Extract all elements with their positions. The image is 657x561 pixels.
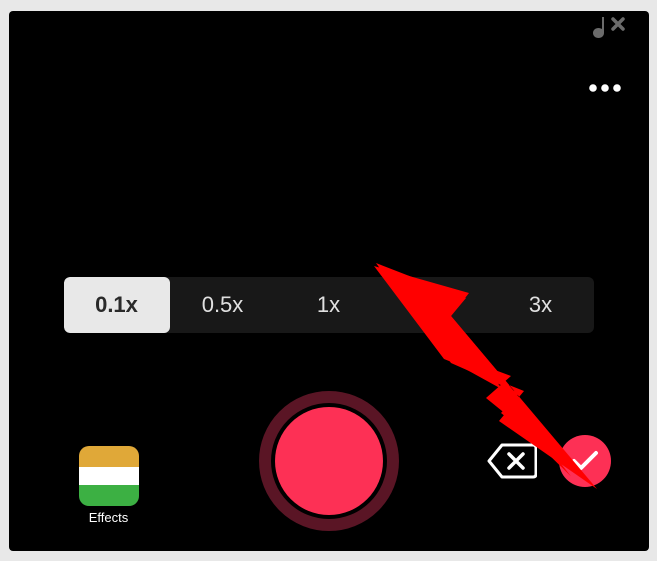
speed-option-label: 0.1x [95,292,138,318]
speed-option-label: 1x [317,292,340,318]
record-ring [259,391,399,531]
speed-option-label: 3x [529,292,552,318]
speed-option-2x[interactable] [382,277,488,333]
effects-button[interactable]: Effects [79,446,139,525]
music-cut-icon[interactable] [590,13,628,43]
delete-last-button[interactable] [487,443,537,479]
record-button[interactable] [259,391,399,531]
camera-record-screen: 0.1x 0.5x 1x 3x Effects [9,11,649,551]
speed-selector: 0.1x 0.5x 1x 3x [64,277,594,333]
top-right-controls [589,13,629,93]
confirm-button[interactable] [559,435,611,487]
speed-option-label: 0.5x [202,292,244,318]
effects-thumbnail [79,446,139,506]
more-icon[interactable] [585,83,625,93]
record-dot [275,407,383,515]
check-icon [571,450,599,472]
speed-option-0-5x[interactable]: 0.5x [170,277,276,333]
speed-option-0-1x[interactable]: 0.1x [64,277,170,333]
backspace-icon [487,443,537,479]
speed-option-3x[interactable]: 3x [488,277,594,333]
bottom-controls: Effects [9,370,649,535]
effects-label: Effects [89,510,129,525]
speed-option-1x[interactable]: 1x [276,277,382,333]
